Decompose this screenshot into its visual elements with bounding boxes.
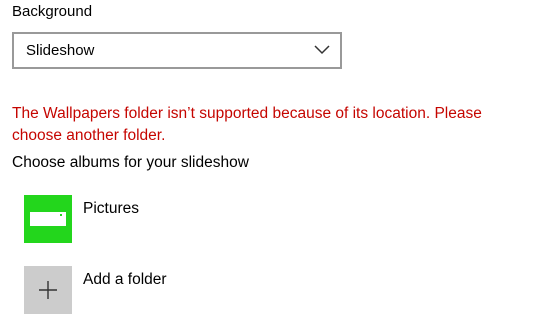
- add-folder-tile: [24, 266, 72, 314]
- albums-label: Choose albums for your slideshow: [12, 154, 249, 171]
- pictures-tile: [24, 195, 72, 243]
- pictures-folder-icon: [30, 212, 66, 226]
- plus-icon: [39, 281, 57, 299]
- background-label: Background: [12, 3, 93, 20]
- add-folder-label: Add a folder: [83, 271, 167, 288]
- album-item-pictures[interactable]: Pictures: [24, 195, 324, 243]
- chevron-down-icon: [314, 45, 330, 55]
- background-dropdown-value: Slideshow: [26, 42, 95, 59]
- add-folder-button[interactable]: Add a folder: [24, 266, 324, 314]
- album-item-label: Pictures: [83, 200, 139, 217]
- error-message: The Wallpapers folder isn’t supported be…: [12, 105, 482, 144]
- background-dropdown[interactable]: Slideshow: [12, 32, 342, 69]
